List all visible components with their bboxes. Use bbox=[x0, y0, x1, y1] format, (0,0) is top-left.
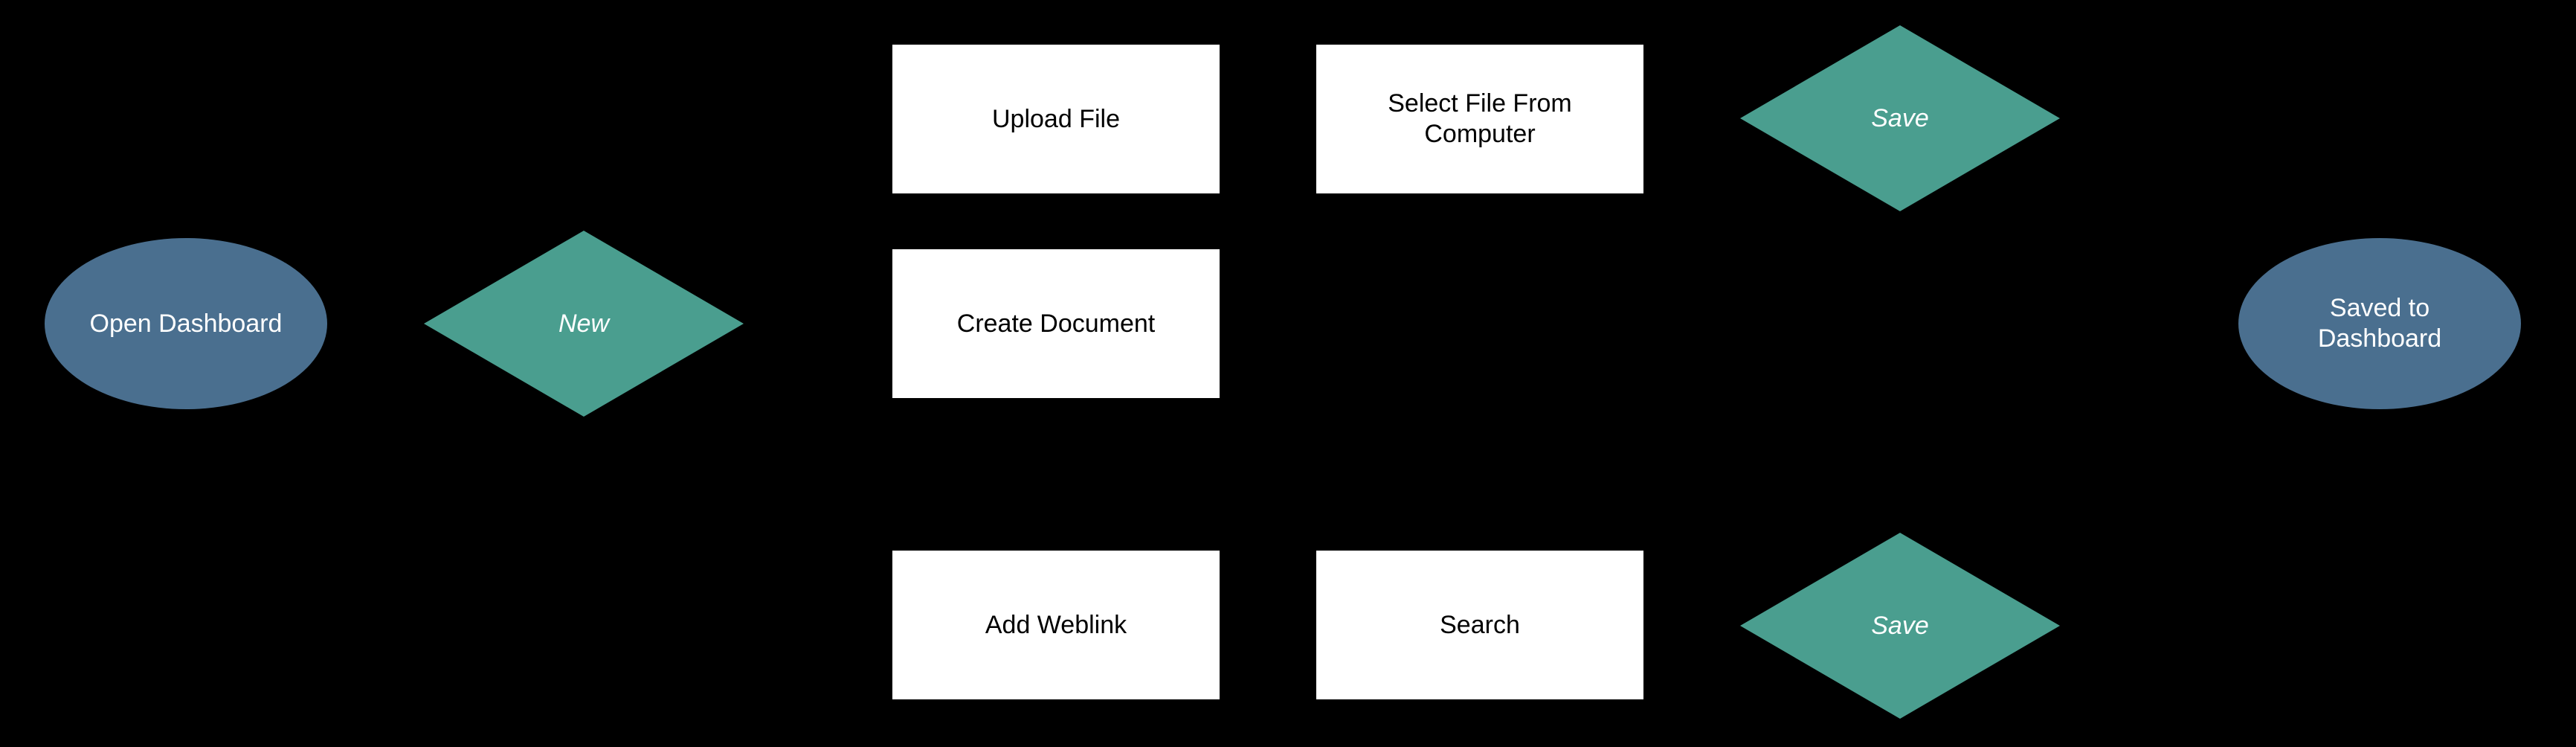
node-label: Save bbox=[1871, 611, 1929, 641]
node-label: Saved to Dashboard bbox=[2238, 293, 2521, 354]
node-save-top: Save bbox=[1740, 25, 2060, 211]
node-new: New bbox=[424, 231, 744, 417]
node-label: Select File From Computer bbox=[1316, 89, 1643, 150]
node-label: Add Weblink bbox=[985, 610, 1127, 641]
node-label: Search bbox=[1440, 610, 1520, 641]
node-saved-dashboard: Saved to Dashboard bbox=[2238, 238, 2521, 409]
node-save-bottom: Save bbox=[1740, 533, 2060, 719]
node-add-weblink: Add Weblink bbox=[892, 551, 1220, 699]
node-label: Create Document bbox=[957, 309, 1155, 339]
node-create-document: Create Document bbox=[892, 249, 1220, 398]
node-label: New bbox=[558, 309, 609, 339]
node-select-file: Select File From Computer bbox=[1316, 45, 1643, 193]
node-label: Upload File bbox=[992, 104, 1120, 135]
node-search: Search bbox=[1316, 551, 1643, 699]
node-upload-file: Upload File bbox=[892, 45, 1220, 193]
node-label: Open Dashboard bbox=[90, 309, 283, 339]
node-open-dashboard: Open Dashboard bbox=[45, 238, 327, 409]
node-label: Save bbox=[1871, 103, 1929, 134]
